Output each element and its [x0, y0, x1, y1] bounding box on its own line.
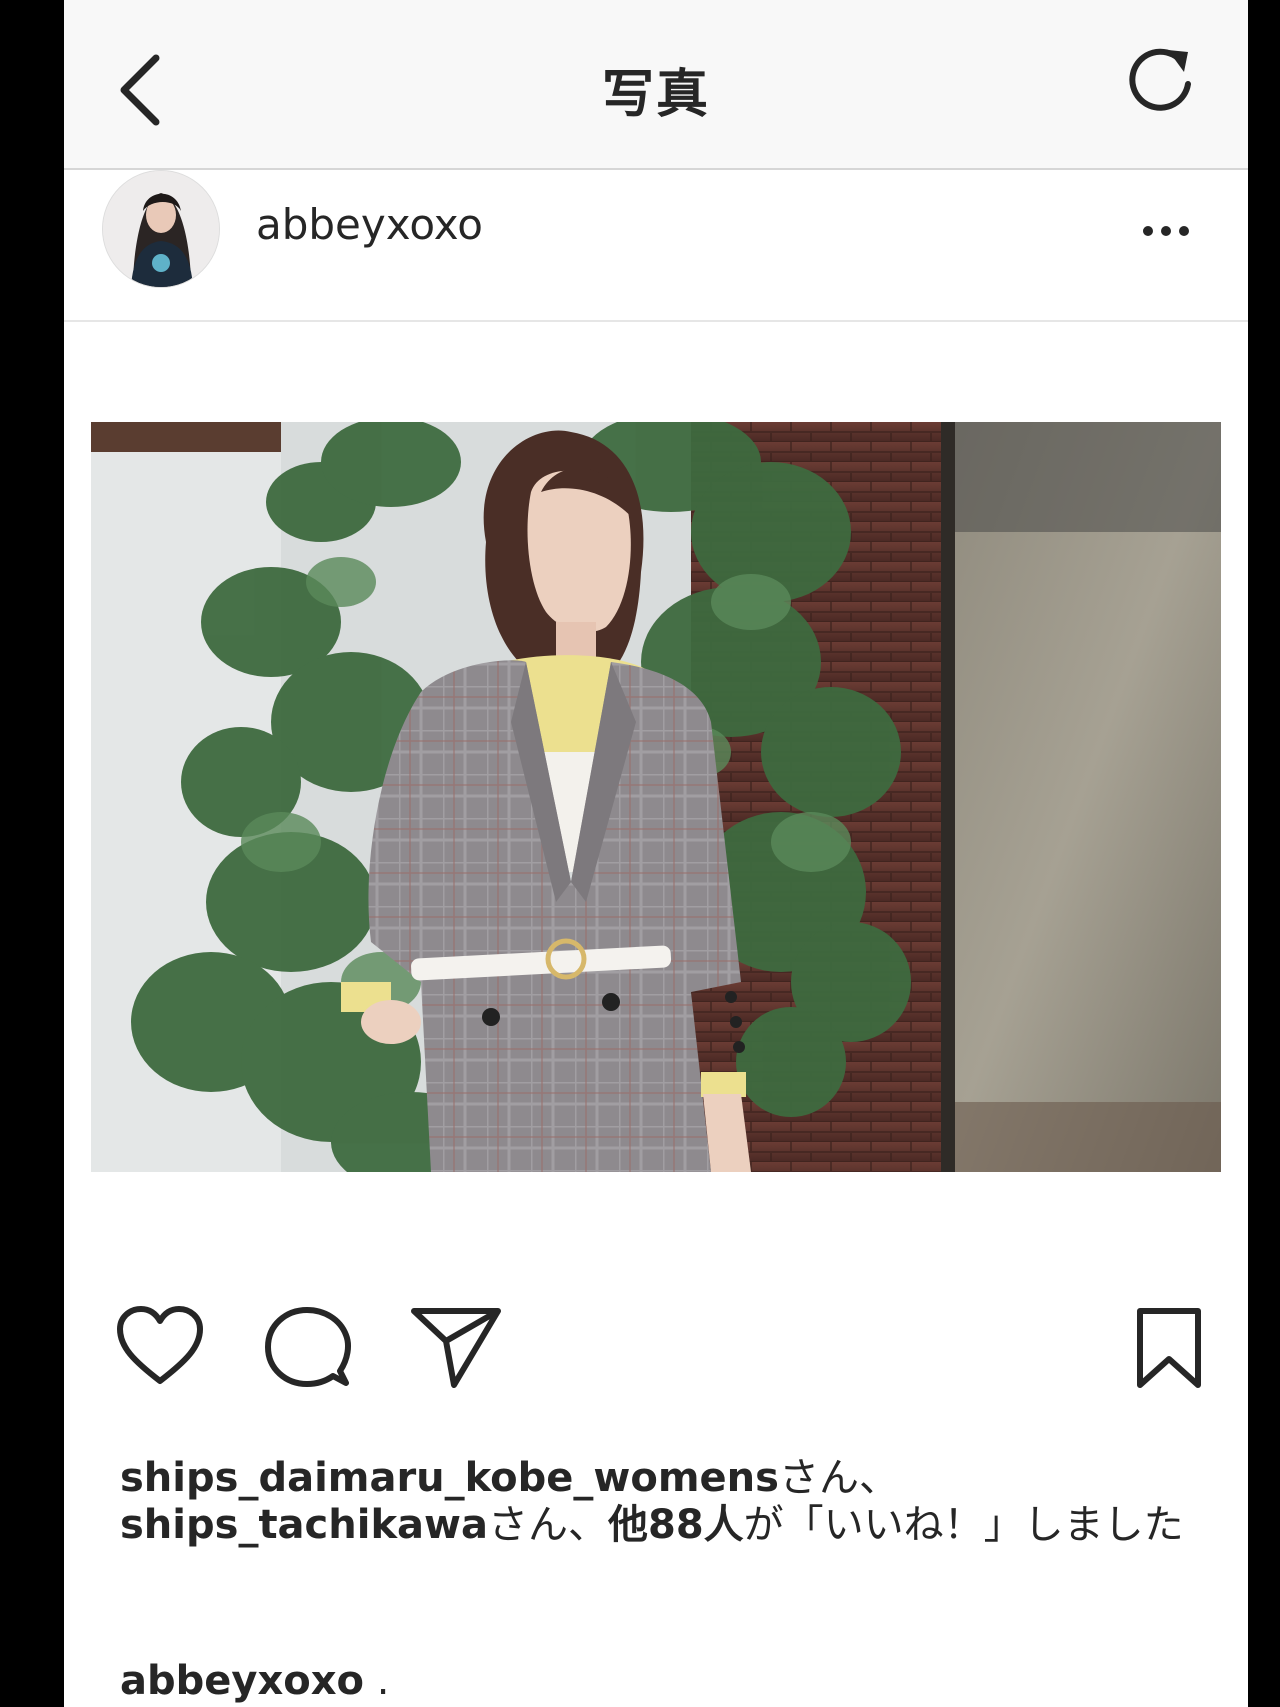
likes-suffix: が「いいね！」しました — [743, 1502, 1184, 1548]
save-button[interactable] — [1134, 1307, 1204, 1393]
likes-summary: ships_daimaru_kobe_womensさん、 ships_tachi… — [120, 1455, 1220, 1549]
refresh-button[interactable] — [1122, 40, 1202, 120]
send-icon — [411, 1308, 501, 1388]
likes-separator-2: さん、 — [488, 1502, 608, 1548]
comment-button[interactable] — [262, 1305, 352, 1395]
caption-username[interactable]: abbeyxoxo — [120, 1658, 364, 1704]
more-options-button[interactable] — [1138, 216, 1202, 246]
post-photo[interactable] — [91, 422, 1221, 1172]
likes-others-count[interactable]: 他88人 — [608, 1502, 744, 1548]
post-actions-bar — [64, 1305, 1248, 1415]
caption-text: . — [364, 1658, 390, 1704]
post-header: abbeyxoxo — [64, 170, 1248, 322]
navigation-bar: 写真 — [64, 0, 1248, 170]
avatar-image — [103, 171, 219, 287]
more-horizontal-icon — [1143, 226, 1189, 236]
liker-username-1[interactable]: ships_daimaru_kobe_womens — [120, 1455, 779, 1501]
instagram-photo-screen: 写真 abbeyxoxo ships_daimaru_kobe_womensさん… — [64, 0, 1248, 1707]
likes-separator-1: さん、 — [778, 1455, 899, 1501]
page-title: 写真 — [601, 65, 710, 125]
post-photo-container — [64, 322, 1248, 1282]
like-button[interactable] — [114, 1305, 206, 1391]
share-button[interactable] — [410, 1305, 502, 1395]
comment-icon — [265, 1307, 351, 1387]
liker-username-2[interactable]: ships_tachikawa — [120, 1502, 488, 1548]
heart-icon — [117, 1306, 203, 1384]
bookmark-icon — [1137, 1308, 1201, 1388]
post-caption: abbeyxoxo . — [120, 1658, 389, 1705]
avatar[interactable] — [102, 170, 220, 288]
post-username[interactable]: abbeyxoxo — [256, 200, 483, 249]
refresh-icon — [1129, 48, 1191, 111]
